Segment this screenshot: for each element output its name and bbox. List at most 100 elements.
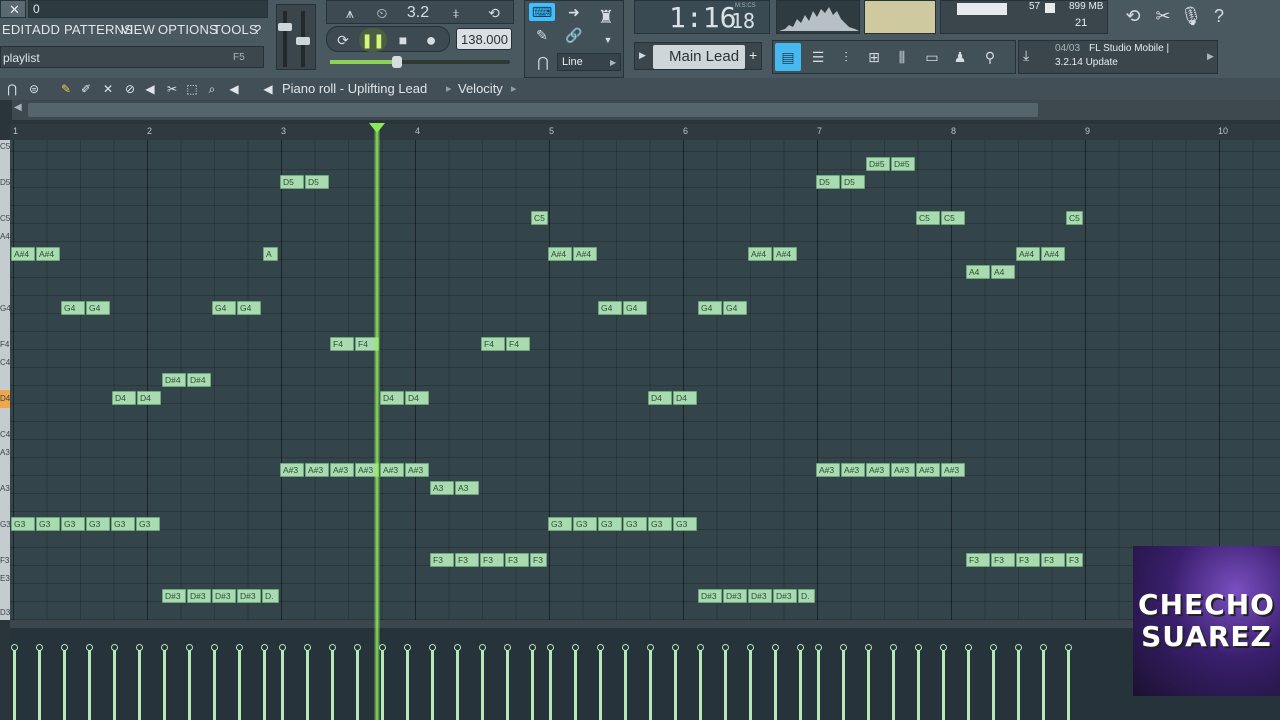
note[interactable]: D#3 — [723, 589, 747, 603]
velocity-stem[interactable] — [574, 648, 577, 720]
options-icon[interactable]: ⊜ — [26, 81, 42, 97]
velocity-stem[interactable] — [113, 648, 116, 720]
velocity-handle[interactable] — [1040, 644, 1047, 651]
channel-rack-button[interactable]: ⊞ — [861, 43, 887, 71]
note[interactable]: F3 — [1041, 553, 1065, 567]
note[interactable]: G4 — [86, 301, 110, 315]
step-edit-icon[interactable]: ⧧ — [441, 3, 471, 23]
note[interactable]: F3 — [966, 553, 990, 567]
scroll-left-icon[interactable]: ◀ — [14, 102, 22, 113]
velocity-stem[interactable] — [1042, 648, 1045, 720]
chevron-down-icon[interactable]: ▼ — [601, 35, 615, 45]
menu-options[interactable]: OPTIONS — [158, 22, 218, 37]
velocity-handle[interactable] — [890, 644, 897, 651]
speaker-mute-icon[interactable]: ◀ — [142, 81, 158, 97]
note[interactable]: A#3 — [380, 463, 404, 477]
note[interactable]: A#3 — [841, 463, 865, 477]
velocity-stem[interactable] — [649, 648, 652, 720]
velocity-stem[interactable] — [967, 648, 970, 720]
undo-history-icon[interactable]: ⟲ — [1120, 2, 1146, 30]
mixer-button[interactable]: ⫼ — [889, 43, 915, 71]
velocity-handle[interactable] — [379, 644, 386, 651]
select-icon[interactable]: ⬚ — [184, 81, 200, 97]
velocity-handle[interactable] — [597, 644, 604, 651]
velocity-stem[interactable] — [331, 648, 334, 720]
note[interactable]: D4 — [648, 391, 672, 405]
pitch-slider[interactable] — [296, 37, 310, 45]
microphone-icon[interactable]: 🎙 — [1178, 2, 1204, 30]
oscilloscope[interactable] — [776, 0, 860, 34]
note[interactable]: G4 — [212, 301, 236, 315]
velocity-stem[interactable] — [774, 648, 777, 720]
snap-select[interactable]: Line ▶ — [557, 53, 621, 71]
pattern-field[interactable]: 0 — [28, 0, 268, 18]
velocity-stem[interactable] — [356, 648, 359, 720]
note[interactable]: A3 — [455, 481, 479, 495]
note[interactable]: F3 — [530, 553, 547, 567]
plugin-picker-button[interactable]: ♟ — [947, 43, 973, 71]
note[interactable]: F4 — [506, 337, 530, 351]
zoom-icon[interactable]: ⌕ — [204, 81, 220, 97]
velocity-handle[interactable] — [504, 644, 511, 651]
arrow-right-icon[interactable]: ➜ — [561, 3, 587, 21]
velocity-stem[interactable] — [749, 648, 752, 720]
velocity-stem[interactable] — [549, 648, 552, 720]
note[interactable]: G3 — [86, 517, 110, 531]
note[interactable]: A#3 — [866, 463, 890, 477]
velocity-stem[interactable] — [892, 648, 895, 720]
note[interactable]: D#4 — [187, 373, 211, 387]
note[interactable]: F4 — [481, 337, 505, 351]
cut-icon[interactable]: ✂ — [1150, 2, 1176, 30]
velocity-stem[interactable] — [624, 648, 627, 720]
velocity-handle[interactable] — [722, 644, 729, 651]
brush-icon[interactable]: ✐ — [78, 81, 94, 97]
velocity-stem[interactable] — [481, 648, 484, 720]
note[interactable]: D. — [798, 589, 815, 603]
velocity-handle[interactable] — [279, 644, 286, 651]
browser-button[interactable]: ▭ — [919, 43, 945, 71]
note[interactable]: A#3 — [280, 463, 304, 477]
velocity-stem[interactable] — [992, 648, 995, 720]
note[interactable]: A#4 — [573, 247, 597, 261]
note[interactable]: F3 — [1066, 553, 1083, 567]
snap-magnet-icon[interactable]: ⋂ — [4, 81, 20, 97]
note[interactable]: C5 — [1066, 211, 1083, 225]
velocity-stem[interactable] — [306, 648, 309, 720]
velocity-handle[interactable] — [990, 644, 997, 651]
note[interactable]: A#4 — [748, 247, 772, 261]
velocity-handle[interactable] — [261, 644, 268, 651]
note[interactable]: G3 — [673, 517, 697, 531]
note[interactable]: D#5 — [891, 157, 915, 171]
download-icon[interactable]: ⤓ — [1023, 47, 1043, 67]
metronome-icon[interactable]: ⩚ — [335, 3, 365, 23]
velocity-handle[interactable] — [697, 644, 704, 651]
velocity-stem[interactable] — [163, 648, 166, 720]
velocity-stem[interactable] — [38, 648, 41, 720]
note[interactable]: D. — [262, 589, 279, 603]
note[interactable]: D5 — [305, 175, 329, 189]
note[interactable]: A#4 — [1016, 247, 1040, 261]
channel-selector[interactable]: ▶ Main Lead + — [634, 42, 762, 70]
velocity-handle[interactable] — [1065, 644, 1072, 651]
note[interactable]: F4 — [330, 337, 354, 351]
velocity-stem[interactable] — [88, 648, 91, 720]
note[interactable]: D#3 — [748, 589, 772, 603]
velocity-handle[interactable] — [965, 644, 972, 651]
breadcrumb-arrow-icon[interactable]: ◀ — [260, 81, 276, 97]
channel-name-field[interactable]: Main Lead — [653, 45, 745, 69]
note[interactable]: D4 — [405, 391, 429, 405]
velocity-handle[interactable] — [940, 644, 947, 651]
note[interactable]: F3 — [455, 553, 479, 567]
velocity-stem[interactable] — [213, 648, 216, 720]
pencil-mode-icon[interactable]: ✎ — [529, 25, 555, 45]
note[interactable]: F3 — [991, 553, 1015, 567]
note[interactable]: D#5 — [866, 157, 890, 171]
velocity-stem[interactable] — [456, 648, 459, 720]
velocity-handle[interactable] — [479, 644, 486, 651]
velocity-lane-divider[interactable] — [10, 620, 1280, 628]
pattern-song-icon[interactable]: ⟳ — [331, 29, 355, 51]
velocity-stem[interactable] — [724, 648, 727, 720]
velocity-handle[interactable] — [547, 644, 554, 651]
note[interactable]: G3 — [11, 517, 35, 531]
note[interactable]: G3 — [573, 517, 597, 531]
